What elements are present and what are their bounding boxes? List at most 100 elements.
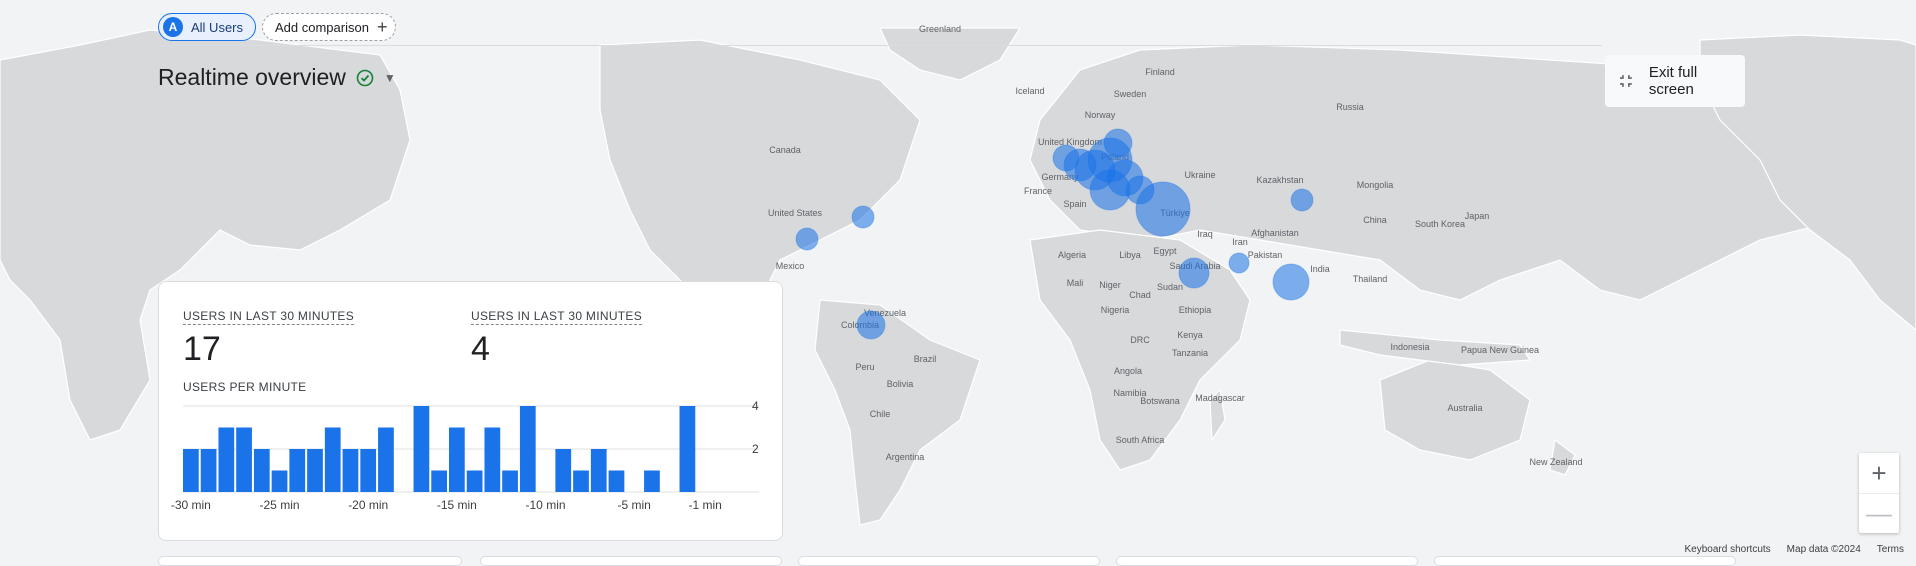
user-avatar: A xyxy=(163,17,183,37)
map-country-label: Kenya xyxy=(1177,330,1203,340)
chart-bar[interactable] xyxy=(378,427,394,493)
map-country-label: New Zealand xyxy=(1529,457,1582,467)
exit-full-screen-label: Exit full screen xyxy=(1648,64,1698,98)
chart-bar[interactable] xyxy=(218,427,235,493)
chart-bar[interactable] xyxy=(573,470,589,493)
map-country-label: United States xyxy=(768,208,823,218)
chart-bar[interactable] xyxy=(449,427,465,493)
chart-bar[interactable] xyxy=(271,470,288,493)
map-footer: Keyboard shortcuts Map data ©2024 Terms xyxy=(1685,544,1905,555)
map-country-label: India xyxy=(1310,264,1330,274)
bottom-card xyxy=(1434,556,1736,566)
bottom-card xyxy=(480,556,782,566)
terms-link[interactable]: Terms xyxy=(1877,544,1904,555)
chart-bar[interactable] xyxy=(324,427,341,493)
y-tick-label: 2 xyxy=(752,442,759,456)
map-data-attribution: Map data ©2024 xyxy=(1786,544,1861,555)
chart-bar[interactable] xyxy=(236,427,252,493)
plus-icon: + xyxy=(376,17,388,37)
map-country-label: Papua New Guinea xyxy=(1461,345,1539,355)
zoom-in-button[interactable]: + xyxy=(1859,453,1899,493)
map-country-label: Afghanistan xyxy=(1251,228,1299,238)
exit-fullscreen-icon xyxy=(1619,75,1632,87)
chart-bar[interactable] xyxy=(360,449,377,492)
chart-bar[interactable] xyxy=(644,470,660,493)
map-country-label: Mexico xyxy=(776,261,805,271)
chart-bar[interactable] xyxy=(183,449,199,492)
map-country-label: Spain xyxy=(1063,199,1086,209)
chart-bar[interactable] xyxy=(484,427,501,493)
add-comparison-label: Add comparison xyxy=(275,19,369,35)
map-country-label: South Africa xyxy=(1116,435,1165,445)
map-country-label: Sudan xyxy=(1157,282,1183,292)
chart-bar[interactable] xyxy=(307,449,323,492)
map-country-label: South Korea xyxy=(1415,219,1465,229)
map-country-label: Bolivia xyxy=(887,379,914,389)
chart-bar[interactable] xyxy=(253,449,270,492)
map-country-label: Canada xyxy=(769,145,801,155)
x-tick-label: -10 min xyxy=(526,498,566,512)
page-title: Realtime overview ▼ xyxy=(158,64,396,91)
x-tick-label: -15 min xyxy=(437,498,477,512)
map-country-label: Algeria xyxy=(1058,250,1086,260)
map-country-label: Botswana xyxy=(1140,396,1180,406)
activity-bubble xyxy=(1290,188,1314,212)
map-country-label: Niger xyxy=(1099,280,1121,290)
map-country-label: Mongolia xyxy=(1357,180,1394,190)
chart-bar[interactable] xyxy=(608,470,625,493)
chart-bar[interactable] xyxy=(289,449,306,492)
map-country-label: Russia xyxy=(1336,102,1364,112)
chart-bar[interactable] xyxy=(200,449,217,492)
all-users-chip[interactable]: A All Users xyxy=(158,13,257,41)
divider xyxy=(158,45,1602,46)
zoom-out-button[interactable]: — xyxy=(1859,493,1899,533)
activity-bubble xyxy=(1135,181,1191,237)
x-tick-label: -25 min xyxy=(260,498,300,512)
all-users-label: All Users xyxy=(191,19,244,35)
activity-bubble xyxy=(1272,263,1310,301)
map-country-label: Angola xyxy=(1114,366,1142,376)
map-country-label: Pakistan xyxy=(1248,250,1283,260)
map-country-label: Argentina xyxy=(886,452,925,462)
map-country-label: Finland xyxy=(1145,67,1175,77)
chart-bar[interactable] xyxy=(555,449,572,492)
y-tick-label: 4 xyxy=(752,399,759,413)
x-tick-label: -20 min xyxy=(348,498,388,512)
activity-bubble xyxy=(1228,252,1250,274)
map-country-label: Peru xyxy=(855,362,874,372)
users-per-minute-chart: 2 4 -30 min -25 min -20 min -15 min -10 min -5 … xyxy=(171,399,759,512)
chart-bar[interactable] xyxy=(342,449,359,492)
exit-full-screen-button[interactable]: Exit full screen xyxy=(1605,55,1745,107)
activity-bubble xyxy=(851,205,875,229)
map-country-label: Thailand xyxy=(1353,274,1388,284)
map-country-label: Japan xyxy=(1465,211,1490,221)
chart-bar[interactable] xyxy=(502,470,518,493)
dropdown-caret-icon[interactable]: ▼ xyxy=(384,71,396,85)
chart-bar[interactable] xyxy=(679,406,696,492)
chart-bar[interactable] xyxy=(413,406,430,492)
activity-bubble xyxy=(1178,257,1210,289)
map-country-label: France xyxy=(1024,186,1052,196)
map-country-label: Norway xyxy=(1085,110,1116,120)
map-country-label: Mali xyxy=(1067,278,1084,288)
map-country-label: Chad xyxy=(1129,290,1151,300)
map-country-label: Chile xyxy=(870,409,891,419)
add-comparison-button[interactable]: Add comparison + xyxy=(262,13,397,41)
map-country-label: China xyxy=(1363,215,1387,225)
chart-bar[interactable] xyxy=(466,470,483,493)
keyboard-shortcuts-link[interactable]: Keyboard shortcuts xyxy=(1685,544,1771,555)
page-title-text: Realtime overview xyxy=(158,64,346,90)
x-tick-label: -30 min xyxy=(171,498,211,512)
chart-bar[interactable] xyxy=(519,406,536,492)
chart-bar[interactable] xyxy=(590,449,607,492)
map-country-label: Egypt xyxy=(1153,246,1177,256)
map-country-label: Tanzania xyxy=(1172,348,1208,358)
x-tick-label: -5 min xyxy=(618,498,651,512)
activity-bubble xyxy=(1103,128,1133,158)
chart-bar[interactable] xyxy=(431,470,447,493)
bottom-card xyxy=(798,556,1100,566)
map-country-label: Kazakhstan xyxy=(1256,175,1303,185)
x-tick-label: -1 min xyxy=(688,498,721,512)
map-country-label: Sweden xyxy=(1114,89,1147,99)
map-country-label: Indonesia xyxy=(1390,342,1429,352)
